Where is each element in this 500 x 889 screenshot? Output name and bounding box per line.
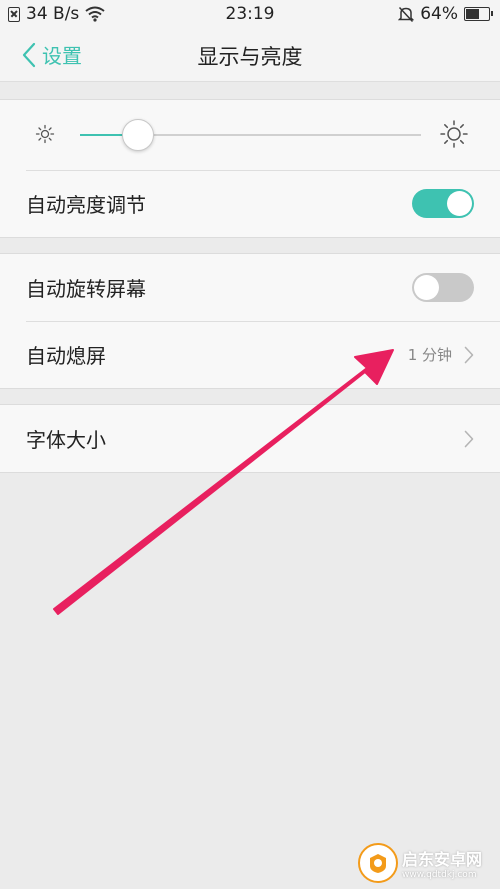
watermark-url: www.qdtdkj.com: [402, 870, 477, 880]
auto-sleep-row[interactable]: 自动熄屏 1 分钟: [0, 321, 500, 388]
auto-sleep-value: 1 分钟: [407, 346, 452, 364]
chevron-right-icon: [464, 430, 474, 447]
mute-bell-icon: [398, 6, 415, 22]
auto-brightness-label: 自动亮度调节: [26, 193, 146, 217]
chevron-right-icon: [464, 346, 474, 363]
screen-group: 自动旋转屏幕 自动熄屏 1 分钟: [0, 253, 500, 389]
font-group: 字体大小: [0, 404, 500, 473]
chevron-left-icon: [22, 42, 36, 67]
font-size-row[interactable]: 字体大小: [0, 405, 500, 472]
back-button[interactable]: 设置: [22, 40, 82, 69]
battery-fill: [466, 9, 479, 19]
watermark-text: 启东安卓网 www.qdtdkj.com: [402, 846, 482, 880]
font-size-label: 字体大小: [26, 428, 106, 452]
battery-percent: 64%: [420, 4, 458, 24]
toggle-knob: [414, 275, 439, 300]
sun-small-icon: [35, 124, 55, 144]
watermark-logo-icon: [358, 843, 398, 883]
auto-brightness-toggle[interactable]: [412, 189, 474, 218]
watermark: 启东安卓网 www.qdtdkj.com: [358, 839, 498, 887]
auto-rotate-row[interactable]: 自动旋转屏幕: [0, 254, 500, 321]
brightness-slider[interactable]: [80, 119, 421, 151]
brightness-slider-row: [0, 100, 500, 170]
auto-sleep-label: 自动熄屏: [26, 344, 106, 368]
sun-large-icon: [440, 120, 468, 148]
back-label: 设置: [42, 44, 82, 68]
watermark-name: 启东安卓网: [402, 850, 483, 869]
status-bar: 34 B/s 23:19 64%: [0, 0, 500, 28]
nav-bar: 设置 显示与亮度: [0, 28, 500, 82]
auto-brightness-row[interactable]: 自动亮度调节: [0, 170, 500, 237]
brightness-group: 自动亮度调节: [0, 99, 500, 238]
auto-rotate-toggle[interactable]: [412, 273, 474, 302]
battery-icon: [464, 7, 493, 21]
brightness-slider-thumb[interactable]: [121, 119, 154, 151]
toggle-knob: [447, 191, 472, 216]
status-right: 64%: [398, 4, 493, 24]
auto-rotate-label: 自动旋转屏幕: [26, 277, 146, 301]
